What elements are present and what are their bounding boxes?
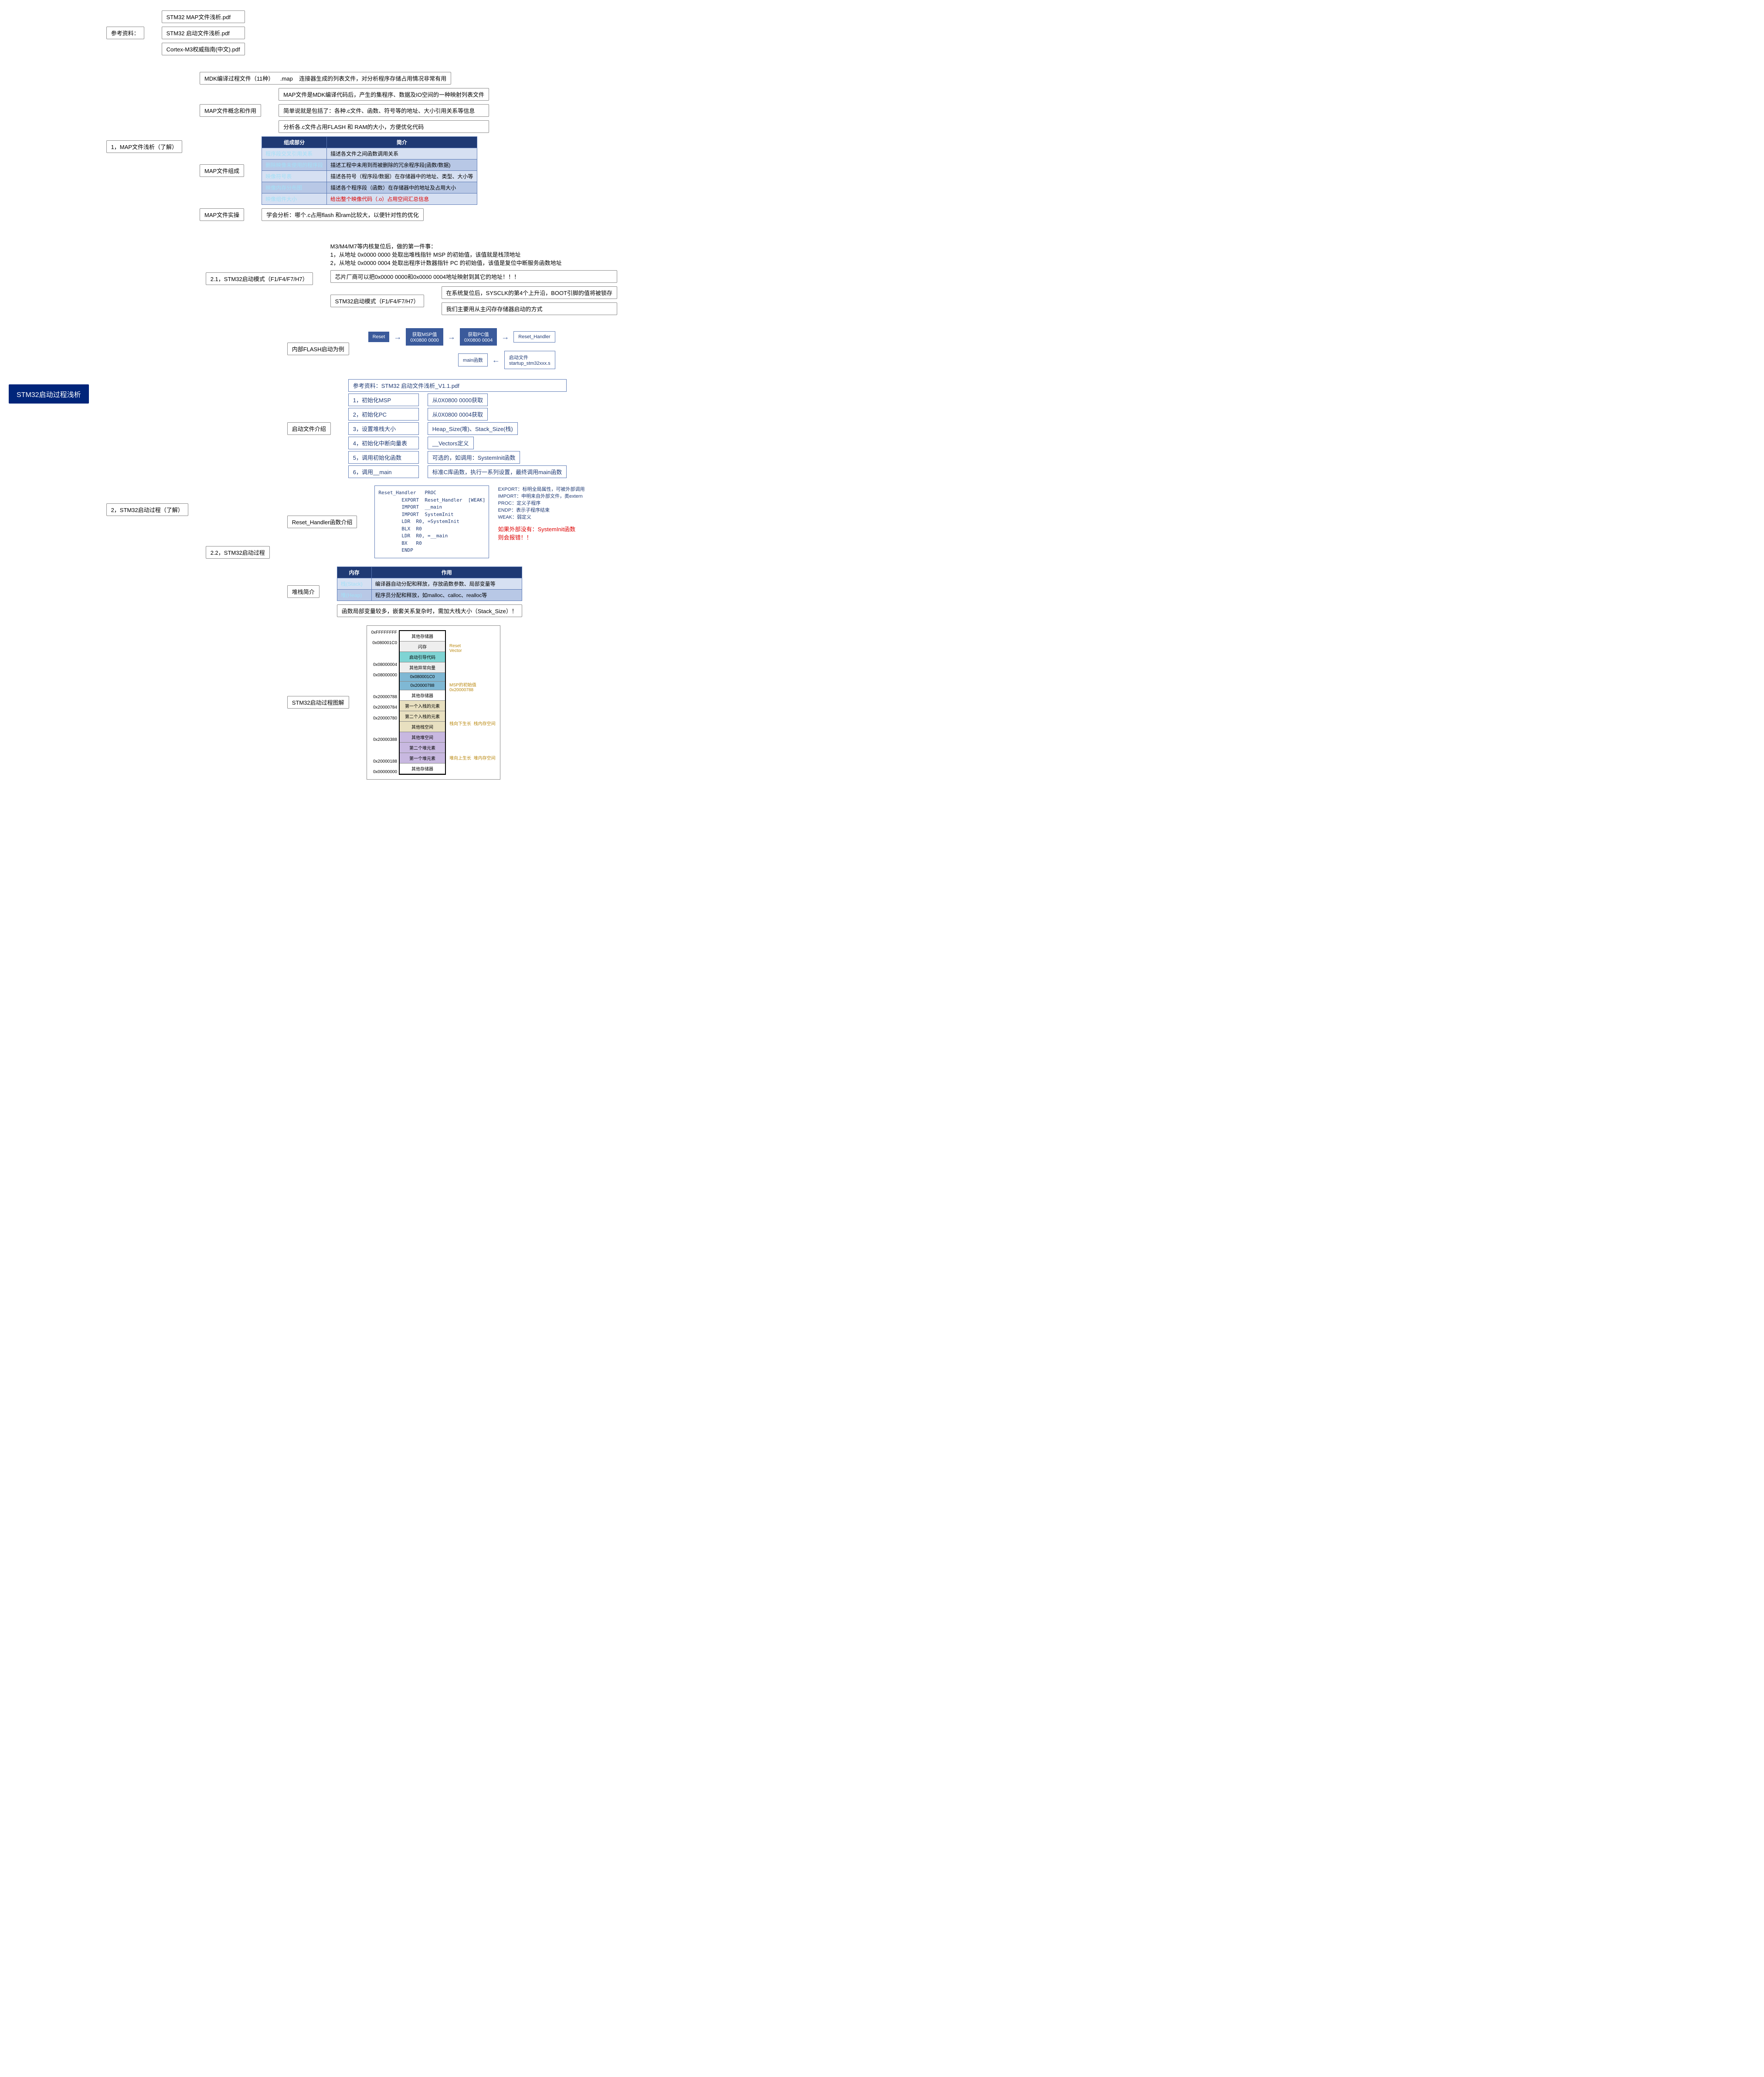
diagram-label: STM32启动过程图解 — [287, 696, 349, 709]
stack-label: 堆栈简介 — [287, 585, 319, 598]
mode-line: 在系统复位后，SYSCLK的第4个上升沿，BOOT引脚的值将被锁存 — [442, 286, 617, 299]
memory-diagram: 0xFFFFFFFF0x080001C0 0x080000040x0800000… — [367, 625, 500, 780]
reset-label: Reset_Handler函数介绍 — [287, 516, 357, 528]
map-table: 组成部分简介程序段交叉引用关系描述各文件之间函数调用关系删除映像未使用的程序段描… — [262, 136, 477, 205]
stack-table: 内存作用栈(Stack)编译器自动分配和释放，存放函数参数、局部变量等堆(Hea… — [337, 567, 522, 601]
ref-file: STM32 MAP文件浅析.pdf — [162, 10, 245, 23]
reset-code: Reset_Handler PROC EXPORT Reset_Handler … — [374, 485, 489, 558]
map-line: 分析各.c文件占用FLASH 和 RAM的大小，方便优化代码 — [279, 120, 489, 133]
map-line: 简单说就是包括了：各种.c文件、函数、符号等的地址、大小引用关系等信息 — [279, 104, 489, 117]
map-title: 1，MAP文件浅析（了解） — [106, 140, 182, 153]
startfile-ref: 参考资料：STM32 启动文件浅析_V1.1.pdf — [348, 379, 567, 392]
stack-note: 函数局部变量较多，嵌套关系复杂时，需加大栈大小（Stack_Size）！ — [337, 604, 522, 617]
ref-file: Cortex-M3权威指南(中文).pdf — [162, 43, 245, 55]
boot-mode: 2.1，STM32启动模式（F1/F4/F7/H7） — [206, 272, 313, 285]
map-practice-desc: 学会分析：哪个.c占用flash 和ram比较大，以便针对性的优化 — [262, 208, 424, 221]
root-node: STM32启动过程浅析 — [9, 384, 89, 404]
map-line: MAP文件是MDK编译代码后，产生的集程序、数据及IO空间的一种映射列表文件 — [279, 88, 489, 101]
mode-sub: STM32启动模式（F1/F4/F7/H7） — [330, 295, 424, 307]
refs-node: 参考资料： — [106, 27, 144, 39]
startfile-label: 启动文件介绍 — [287, 422, 331, 435]
flash-label: 内部FLASH启动为例 — [287, 343, 349, 355]
boot-process: 2.2，STM32启动过程 — [206, 546, 270, 559]
boot-flow: Reset→获取MSP值 0X0800 0000→获取PC值 0X0800 00… — [367, 328, 557, 346]
mdk-label: MDK编译过程文件（11种） .map 连接器生成的列表文件，对分析程序存储占用… — [200, 72, 451, 85]
reset-warn: 如果外部没有：SystemInit函数 则会报错！！ — [498, 525, 585, 541]
map-compose: MAP文件组成 — [200, 164, 244, 177]
mode-chip: 芯片厂商可以把0x0000 0000和0x0000 0004地址映射到其它的地址… — [330, 270, 617, 283]
map-overview: MAP文件概念和作用 — [200, 104, 261, 117]
map-practice: MAP文件实操 — [200, 208, 244, 221]
boot-title: 2，STM32启动过程（了解） — [106, 503, 188, 516]
mode-line: 我们主要用从主闪存存储器启动的方式 — [442, 302, 617, 315]
ref-file: STM32 启动文件浅析.pdf — [162, 27, 245, 39]
mindmap: STM32启动过程浅析 参考资料： STM32 MAP文件浅析.pdf STM32… — [9, 9, 1755, 780]
